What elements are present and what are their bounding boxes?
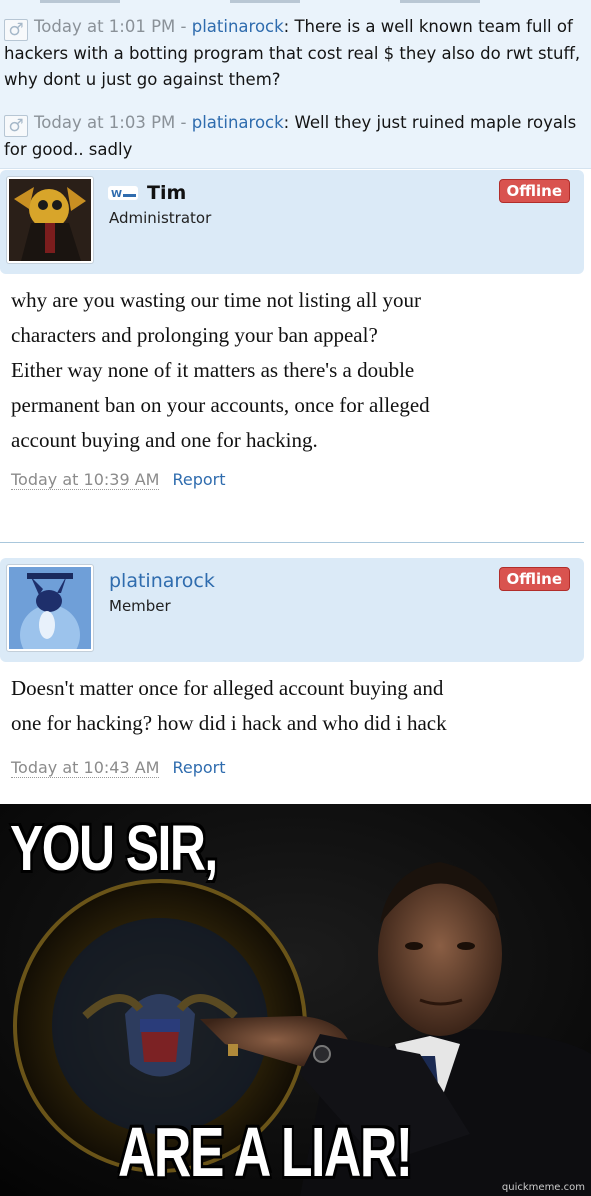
report-link[interactable]: Report — [172, 758, 225, 777]
comment-timestamp: Today at 1:01 PM — [34, 17, 176, 36]
message-meta: Today at 10:39 AM Report — [11, 470, 226, 490]
message-userbar: W Tim Administrator Offline — [0, 170, 584, 274]
status-badge: Offline — [498, 179, 570, 203]
comment: ♂ Today at 1:01 PM - platinarock: There i… — [4, 14, 584, 93]
message-body: Doesn't matter once for alleged account … — [11, 671, 447, 741]
message-userbar: platinarock Member Offline — [0, 558, 584, 662]
poster-role: Administrator — [109, 209, 212, 227]
meme-image: YOU SIR, ARE A LIAR! quickmeme.com — [0, 804, 591, 1196]
meme-bottom-caption: ARE A LIAR! — [118, 1113, 413, 1191]
comment-username[interactable]: platinarock — [192, 17, 284, 36]
message-line: Doesn't matter once for alleged account … — [11, 676, 444, 700]
profile-comments: ♂ Today at 1:01 PM - platinarock: There i… — [0, 0, 591, 169]
svg-text:W: W — [111, 189, 122, 200]
poster-username[interactable]: platinarock — [109, 570, 215, 592]
male-symbol-icon: ♂ — [4, 19, 28, 41]
poster-username[interactable]: Tim — [147, 182, 186, 204]
avatar[interactable] — [6, 564, 94, 652]
message-date[interactable]: Today at 10:43 AM — [11, 758, 160, 778]
message-post: platinarock Member Offline Doesn't matte… — [0, 558, 591, 798]
message-line: characters and prolonging your ban appea… — [11, 323, 378, 347]
avatar[interactable] — [6, 176, 94, 264]
member-avatar-image — [9, 567, 91, 649]
comment-separator: - — [175, 17, 192, 36]
comment-timestamp: Today at 1:03 PM — [34, 113, 176, 132]
comment-separator: - — [175, 113, 192, 132]
top-divider — [0, 0, 591, 4]
message-line: account buying and one for hacking. — [11, 428, 318, 452]
message-date[interactable]: Today at 10:39 AM — [11, 470, 160, 490]
message-post: W Tim Administrator Offline why are you … — [0, 170, 591, 542]
watermark: quickmeme.com — [501, 1182, 585, 1193]
post-divider — [0, 542, 584, 543]
message-line: why are you wasting our time not listing… — [11, 288, 422, 312]
status-badge: Offline — [498, 567, 570, 591]
message-line: Either way none of it matters as there's… — [11, 358, 415, 382]
message-line: one for hacking? how did i hack and who … — [11, 711, 447, 735]
message-body: why are you wasting our time not listing… — [11, 283, 430, 458]
comment: ♂ Today at 1:03 PM - platinarock: Well th… — [4, 110, 584, 163]
message-meta: Today at 10:43 AM Report — [11, 758, 226, 778]
comment-username[interactable]: platinarock — [192, 113, 284, 132]
poster-role: Member — [109, 597, 171, 615]
report-link[interactable]: Report — [172, 470, 225, 489]
male-symbol-icon: ♂ — [4, 115, 28, 137]
meme-top-caption: YOU SIR, — [10, 812, 218, 884]
admin-avatar-image — [9, 179, 91, 261]
message-line: permanent ban on your accounts, once for… — [11, 393, 430, 417]
usertitle-badge-icon: W — [108, 186, 138, 200]
